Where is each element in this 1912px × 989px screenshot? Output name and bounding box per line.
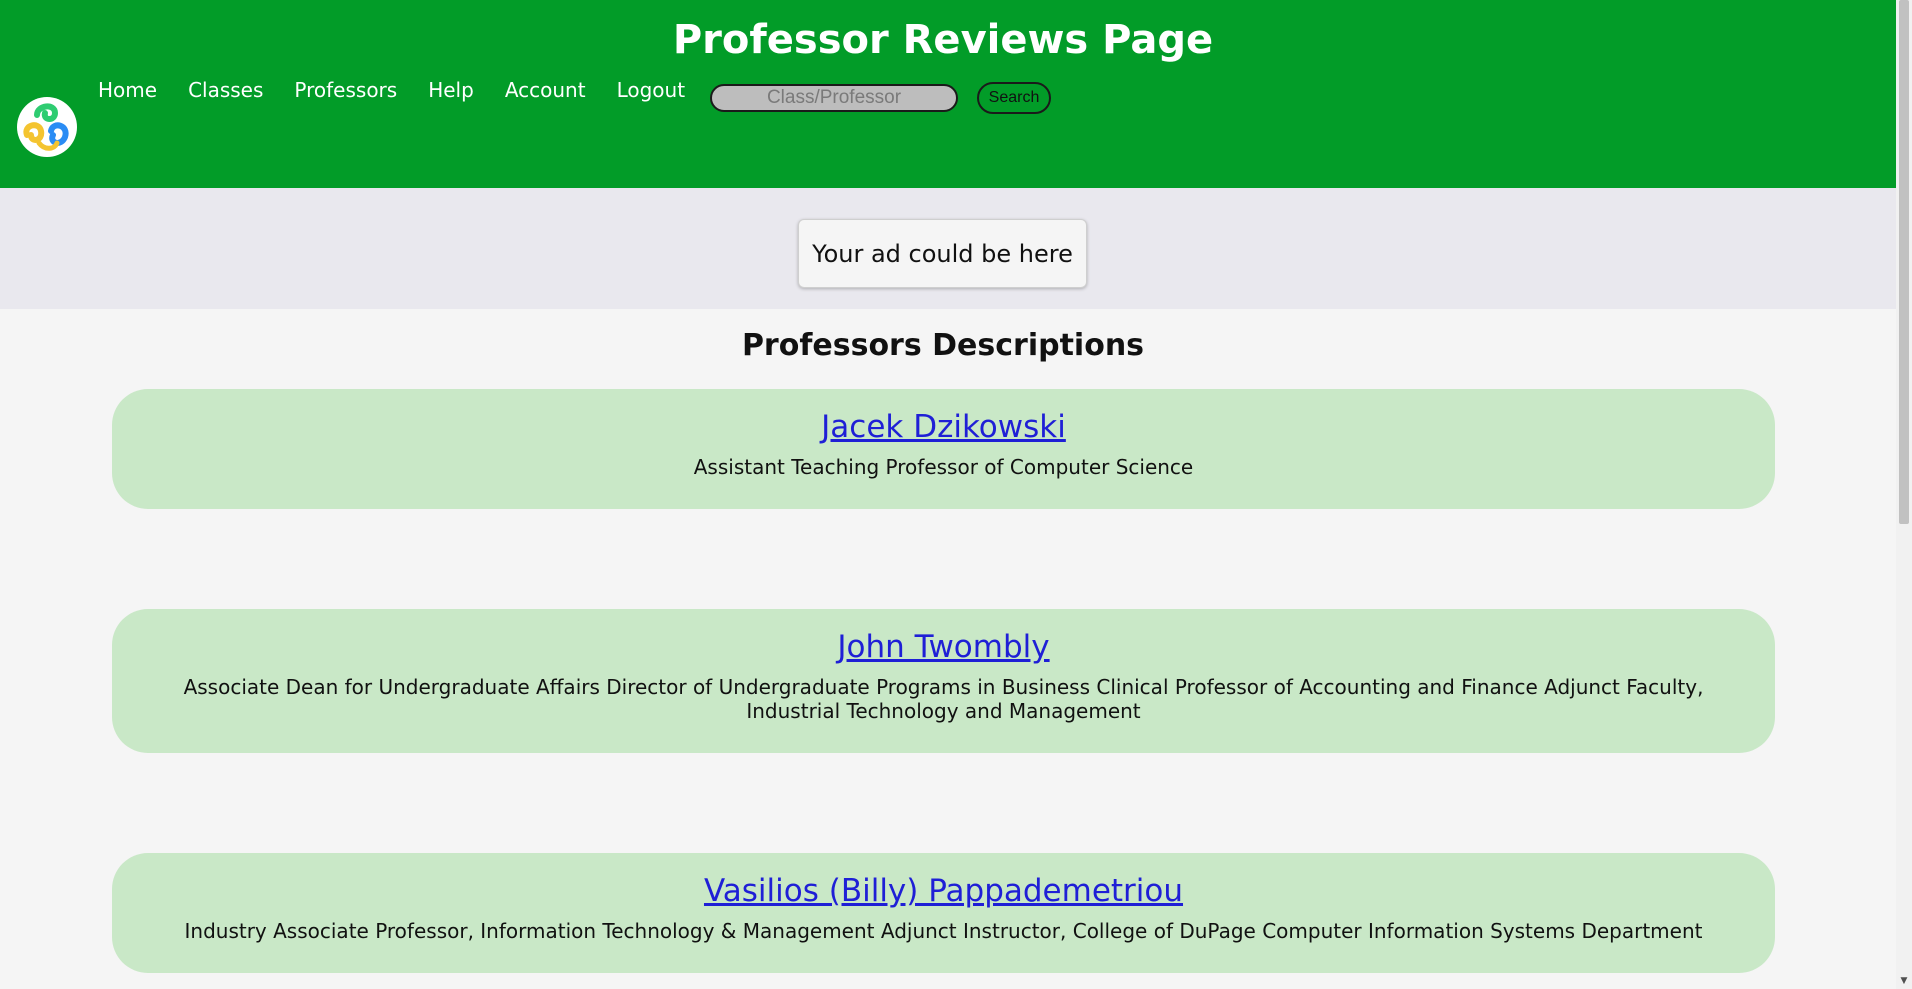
nav-classes-link[interactable]: Classes <box>188 76 263 104</box>
nav-account-link[interactable]: Account <box>505 76 586 104</box>
nav-help-link[interactable]: Help <box>428 76 474 104</box>
nav-professors-link[interactable]: Professors <box>294 76 397 104</box>
ad-banner: Your ad could be here <box>0 188 1896 309</box>
search-button[interactable]: Search <box>977 82 1051 114</box>
professor-name-link[interactable]: John Twombly <box>162 627 1725 667</box>
nav-logout-link[interactable]: Logout <box>617 76 685 104</box>
page-title: Professor Reviews Page <box>672 17 1214 63</box>
page: Professor Reviews Page Home Classes Prof… <box>0 0 1912 989</box>
nav-home-link[interactable]: Home <box>98 76 157 104</box>
vertical-scrollbar[interactable]: ▼ <box>1896 0 1912 989</box>
professor-description: Associate Dean for Undergraduate Affairs… <box>183 675 1704 723</box>
professor-card: Jacek Dzikowski Assistant Teaching Profe… <box>112 389 1775 509</box>
site-header: Professor Reviews Page Home Classes Prof… <box>0 0 1896 188</box>
scroll-down-arrow-icon[interactable]: ▼ <box>1896 973 1912 989</box>
professor-name-link[interactable]: Vasilios (Billy) Pappademetriou <box>162 871 1725 911</box>
search-input[interactable] <box>710 84 958 112</box>
professor-card: Vasilios (Billy) Pappademetriou Industry… <box>112 853 1775 973</box>
scrollbar-thumb[interactable] <box>1899 0 1909 524</box>
section-title: Professors Descriptions <box>741 328 1145 363</box>
ad-placeholder: Your ad could be here <box>798 219 1087 288</box>
main-nav: Home Classes Professors Help Account Log… <box>98 76 716 104</box>
swirl-logo-icon[interactable] <box>15 95 79 159</box>
professor-name-link[interactable]: Jacek Dzikowski <box>162 407 1725 447</box>
professor-card: John Twombly Associate Dean for Undergra… <box>112 609 1775 753</box>
professor-description: Industry Associate Professor, Informatio… <box>184 919 1703 943</box>
professor-description: Assistant Teaching Professor of Computer… <box>693 455 1194 479</box>
